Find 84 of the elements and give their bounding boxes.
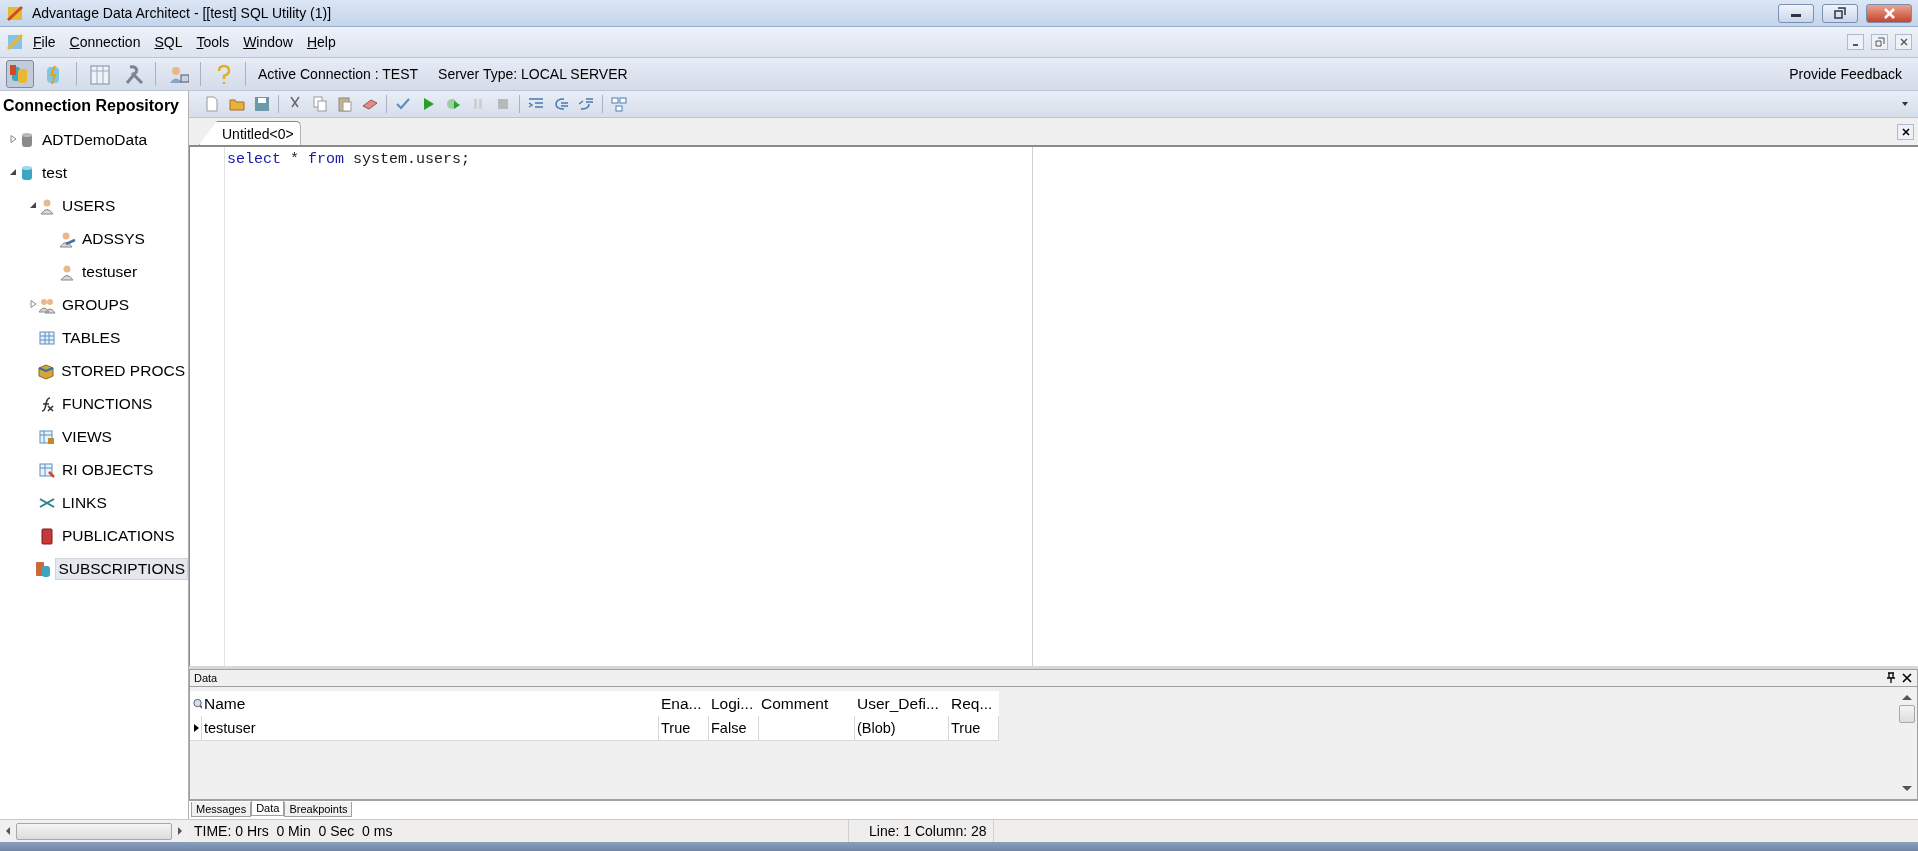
column-header[interactable]: Comment	[759, 691, 855, 716]
close-button[interactable]	[1897, 123, 1914, 140]
collapsed-arrow-icon[interactable]	[9, 135, 17, 144]
panel-tab[interactable]: Data	[251, 801, 285, 816]
scrollbar-thumb[interactable]	[16, 822, 172, 840]
tree-item[interactable]: SUBSCRIPTIONS	[55, 557, 188, 580]
scroll-right-icon	[176, 826, 184, 836]
minimize-icon	[1853, 44, 1858, 46]
table-cell: False	[709, 716, 759, 741]
tree-item[interactable]: RI OBJECTS	[59, 458, 157, 481]
tree-item[interactable]: VIEWS	[59, 425, 115, 448]
panel-title: Data	[194, 672, 219, 684]
table-cell: True	[949, 716, 999, 741]
uncomment-icon	[577, 95, 595, 113]
sql-grid-icon	[88, 63, 110, 85]
menu-item[interactable]: Connection	[64, 32, 146, 52]
expanded-arrow-icon[interactable]	[9, 168, 17, 177]
menu-item[interactable]: Tools	[191, 32, 235, 52]
close-button[interactable]	[1895, 34, 1912, 50]
tree-item[interactable]: ADSSYS	[79, 227, 148, 250]
table-icon	[38, 328, 56, 347]
new-file-icon	[203, 95, 221, 113]
column-header[interactable]: Name	[202, 691, 659, 716]
scroll-left-icon	[4, 826, 12, 836]
restore-icon	[1833, 6, 1847, 20]
tree-item[interactable]: ADTDemoData	[39, 128, 151, 151]
view-icon	[38, 427, 56, 446]
menu-item[interactable]: SQL	[149, 32, 188, 52]
close-icon	[1901, 672, 1913, 684]
expanded-arrow-icon[interactable]	[29, 201, 37, 210]
box-icon	[37, 361, 56, 380]
menu-item[interactable]: Help	[301, 32, 341, 52]
feedback-link[interactable]: Provide Feedback	[1789, 66, 1902, 82]
server-type-label: Server Type: LOCAL SERVER	[438, 66, 628, 82]
close-icon	[1900, 126, 1911, 137]
current-row-icon	[192, 722, 200, 734]
column-header[interactable]: User_Defi...	[855, 691, 949, 716]
column-header[interactable]: Logi...	[709, 691, 759, 716]
close-icon	[1882, 6, 1896, 20]
code-line: select * from system.users;	[227, 151, 471, 168]
linked-table-icon	[38, 460, 56, 479]
save-icon	[253, 95, 271, 113]
diagram-icon	[610, 95, 628, 113]
comment-icon	[552, 95, 570, 113]
menu-item[interactable]: Window	[238, 32, 298, 52]
scroll-up-icon	[1901, 693, 1913, 701]
minimize-button[interactable]	[1778, 3, 1814, 23]
collapsed-arrow-icon[interactable]	[29, 300, 37, 309]
restore-icon	[1874, 37, 1885, 47]
table-cell: (Blob)	[855, 716, 949, 741]
minimize-button[interactable]	[1847, 34, 1864, 50]
search-icon	[192, 697, 204, 710]
book-database-icon	[34, 559, 53, 578]
menu-item[interactable]: File	[28, 32, 61, 52]
tree-item[interactable]: GROUPS	[59, 293, 133, 316]
scrollbar-thumb[interactable]	[1899, 705, 1915, 723]
tree-item[interactable]: LINKS	[59, 491, 110, 514]
restore-button[interactable]	[1822, 3, 1858, 23]
table-cell: testuser	[202, 716, 659, 741]
app-icon	[6, 4, 24, 22]
book-icon	[38, 526, 56, 545]
editor-tab[interactable]: Untitled<0>	[199, 121, 301, 145]
active-connection-label: Active Connection : TEST	[258, 66, 419, 82]
column-header[interactable]: Ena...	[659, 691, 709, 716]
scroll-down-icon	[1901, 785, 1913, 793]
tree-item[interactable]: testuser	[79, 260, 141, 283]
tree-item[interactable]: FUNCTIONS	[59, 392, 156, 415]
tree-item[interactable]: test	[39, 161, 70, 184]
window-title: Advantage Data Architect - [[test] SQL Utility (1)]	[32, 5, 333, 21]
column-header[interactable]: Req...	[949, 691, 999, 716]
tree-item[interactable]: STORED PROCS	[58, 359, 188, 382]
toolbar-button[interactable]	[6, 60, 34, 88]
panel-tab[interactable]: Breakpoints	[284, 802, 353, 817]
pin-icon	[1885, 672, 1897, 684]
close-icon	[1898, 37, 1909, 47]
document-icon	[6, 33, 24, 51]
tree-item[interactable]: PUBLICATIONS	[59, 524, 178, 547]
dropdown-arrow-icon	[1901, 100, 1909, 108]
panel-tab[interactable]: Messages	[191, 802, 252, 817]
tree-item[interactable]: TABLES	[59, 326, 124, 349]
paste-icon	[336, 95, 354, 113]
table-cell: True	[659, 716, 709, 741]
copy-icon	[311, 95, 329, 113]
tree-item[interactable]: USERS	[59, 194, 119, 217]
